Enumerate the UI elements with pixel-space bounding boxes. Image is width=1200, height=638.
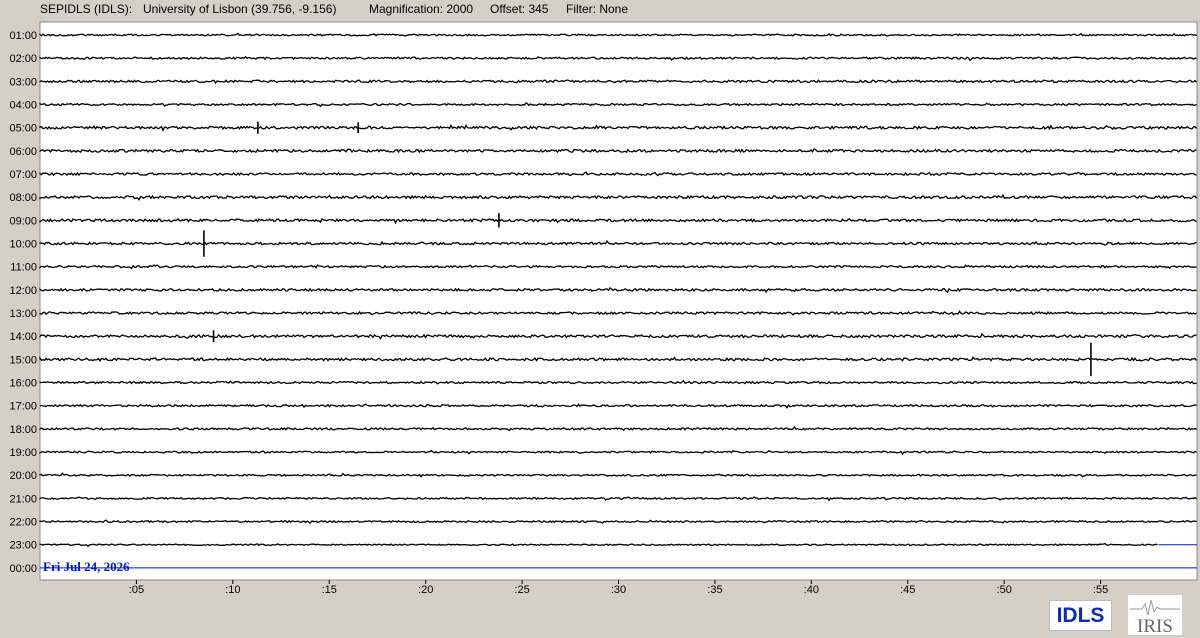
minute-tick-label: :25 [514,584,529,596]
iris-logo-text: IRIS [1137,616,1173,635]
hour-label: 00:00 [9,563,37,575]
hour-label: 07:00 [9,169,37,181]
hour-label: 10:00 [9,239,37,251]
hour-label: 13:00 [9,308,37,320]
helicorder-plot: 01:00 02:00 03:00 04:00 05:00 06:00 07:00 08:00… [9,21,1198,596]
hour-label: 04:00 [9,100,37,112]
hour-label: 05:00 [9,123,37,135]
hour-label: 22:00 [9,517,37,529]
hour-label: 23:00 [9,540,37,552]
minute-axis: :05 :10 :15 :20 :25 :30 :35 :40 :45 :50 :55 [129,580,1108,596]
hour-label: 16:00 [9,378,37,390]
minute-tick-label: :30 [611,584,626,596]
minute-tick-label: :05 [129,584,144,596]
idls-logo: IDLS [1049,600,1112,631]
plot-area [39,21,1198,581]
hour-label: 01:00 [9,30,37,42]
date-label: Fri Jul 24, 2026 [43,559,130,574]
hour-label: 17:00 [9,401,37,413]
minute-tick-label: :15 [322,584,337,596]
hour-label: 06:00 [9,146,37,158]
hour-label: 03:00 [9,76,37,88]
iris-logo: IRIS [1128,595,1182,635]
minute-tick-label: :55 [1093,584,1108,596]
hour-label: 20:00 [9,470,37,482]
minute-tick-label: :10 [225,584,240,596]
minute-tick-label: :35 [707,584,722,596]
hour-label: 21:00 [9,493,37,505]
minute-tick-label: :45 [900,584,915,596]
minute-tick-label: :50 [997,584,1012,596]
hour-label: 18:00 [9,424,37,436]
hour-labels: 01:00 02:00 03:00 04:00 05:00 06:00 07:00 08:00… [9,30,37,575]
hour-label: 12:00 [9,285,37,297]
hour-label: 15:00 [9,354,37,366]
minute-tick-label: :20 [418,584,433,596]
hour-label: 14:00 [9,331,37,343]
hour-label: 11:00 [10,262,37,274]
hour-label: 08:00 [9,192,37,204]
hour-label: 09:00 [9,215,37,227]
minute-tick-label: :40 [804,584,819,596]
hour-label: 19:00 [9,447,37,459]
hour-label: 02:00 [9,53,37,65]
